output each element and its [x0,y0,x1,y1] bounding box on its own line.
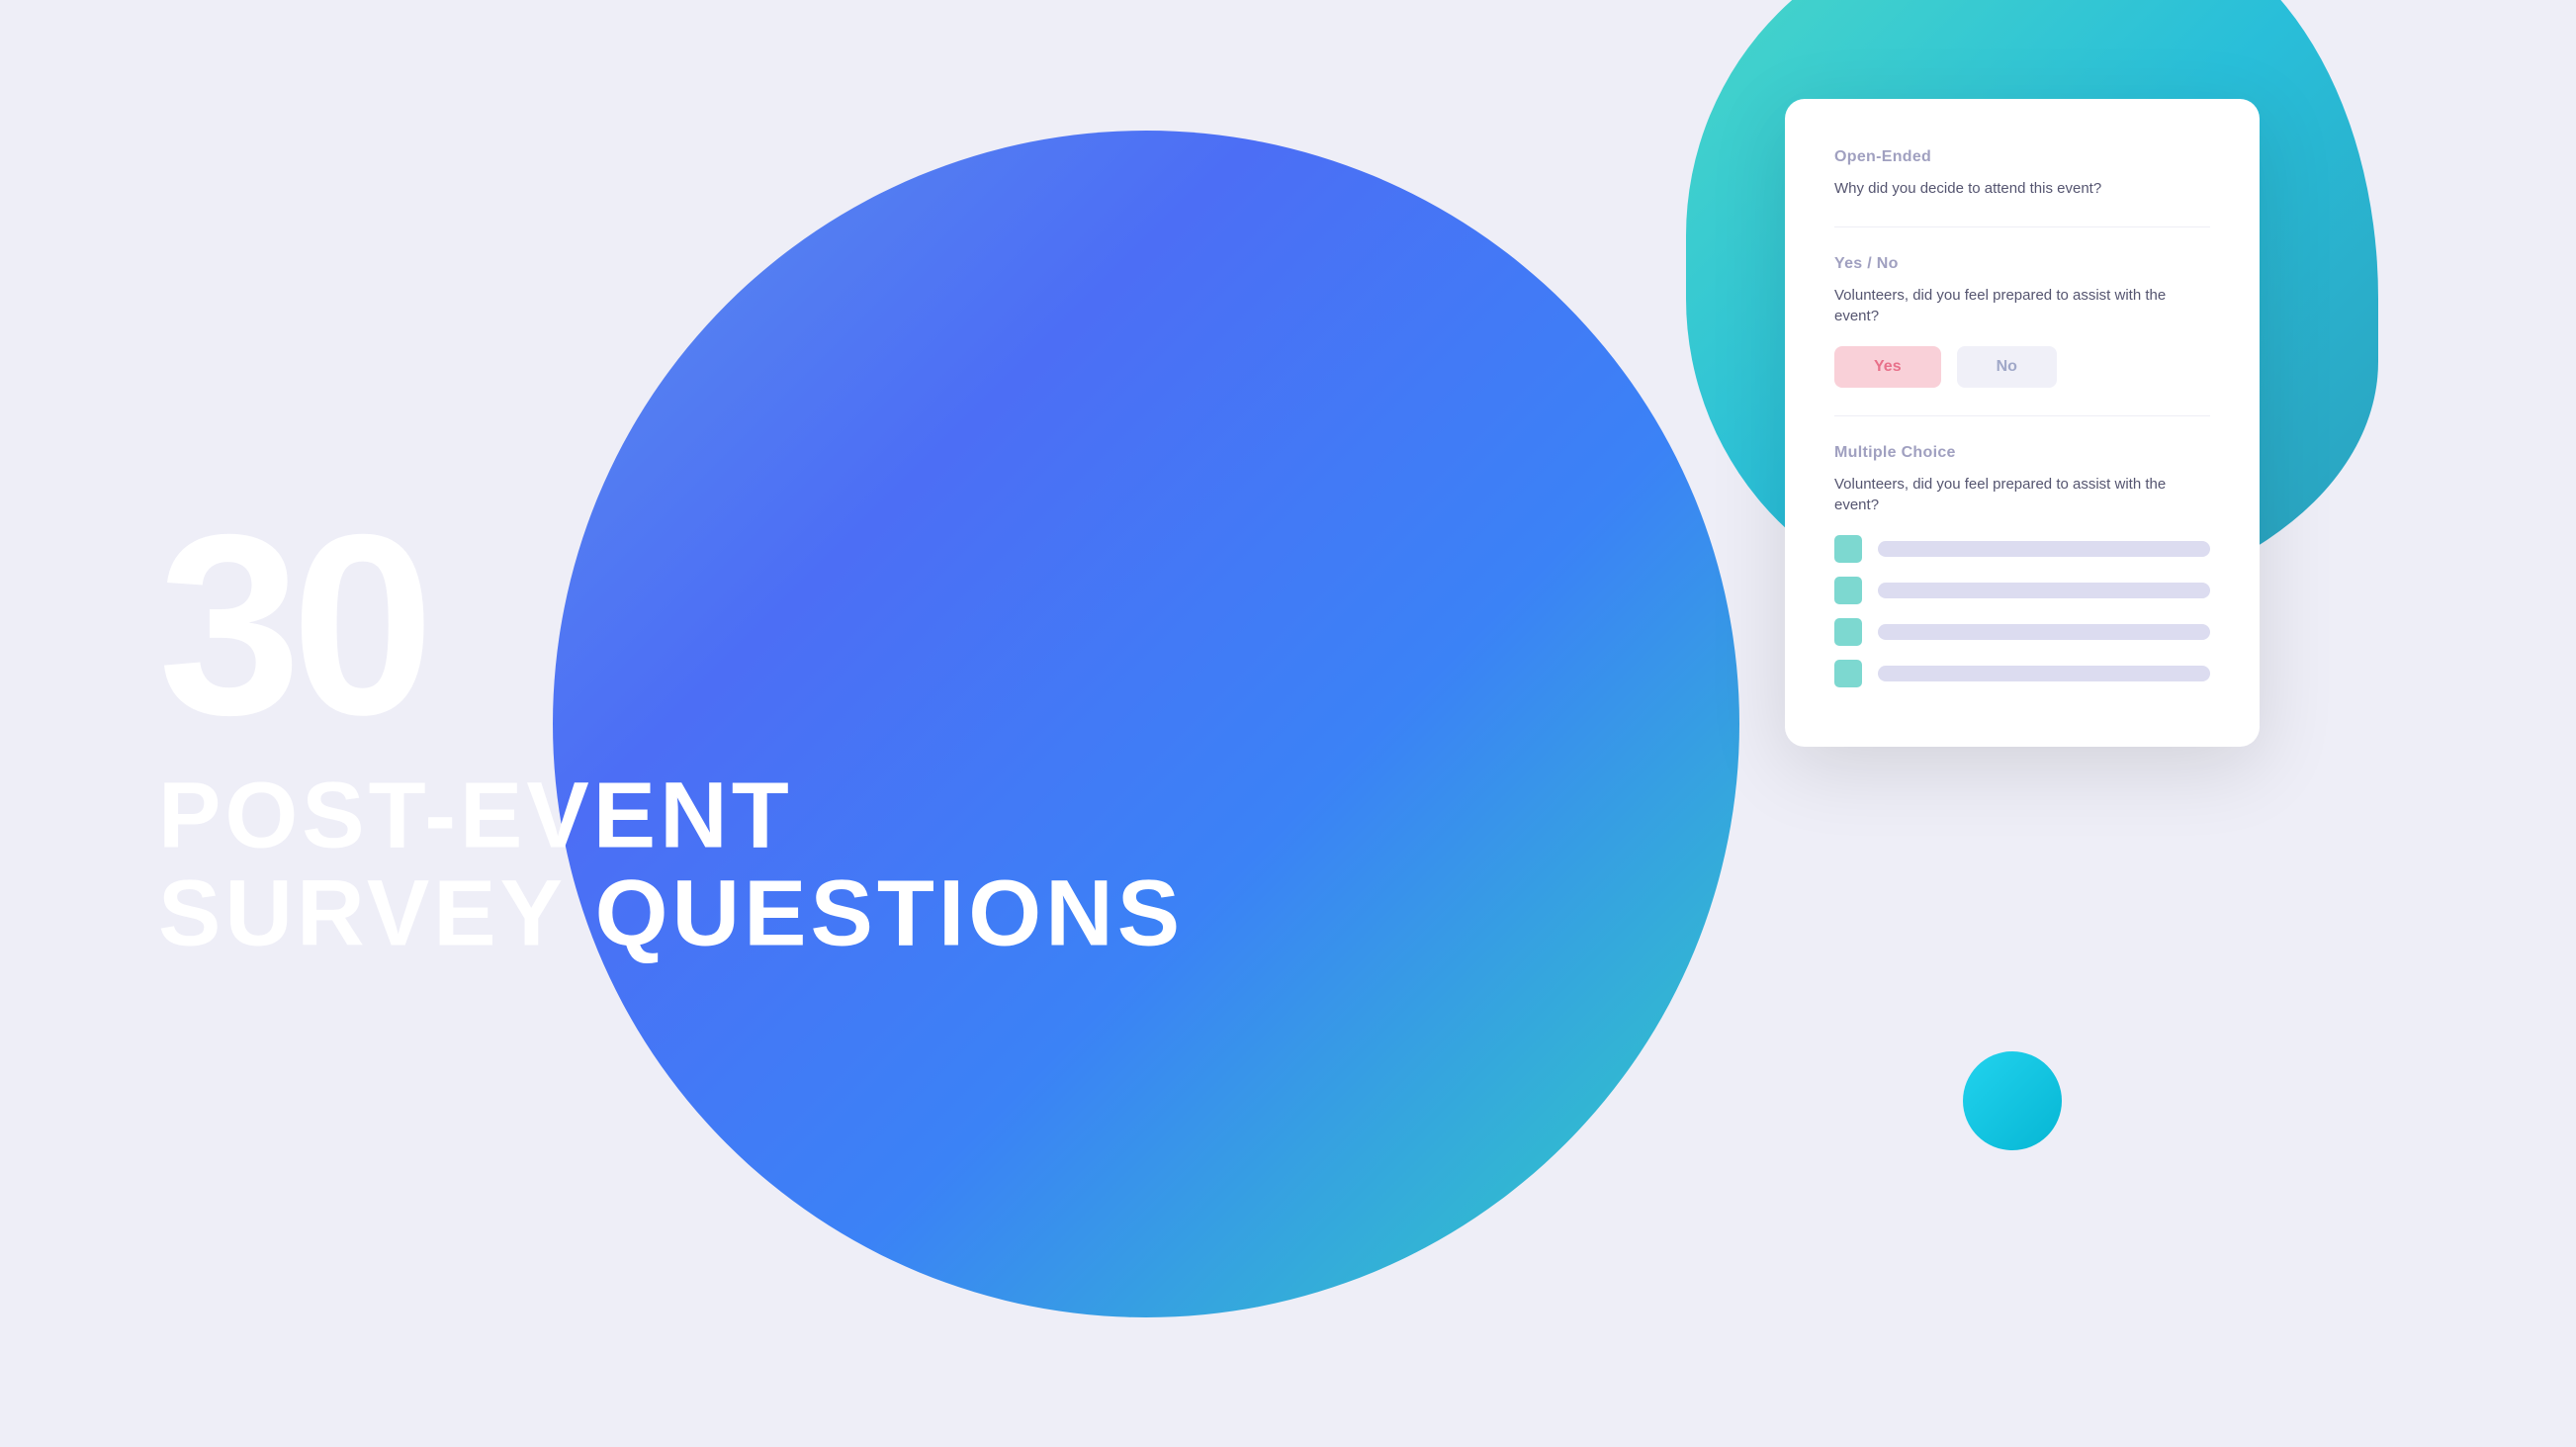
mc-bar-3 [1878,624,2210,640]
mc-checkbox-1[interactable] [1834,535,1862,563]
open-ended-question: Why did you decide to attend this event? [1834,178,2210,199]
yes-no-label: Yes / No [1834,255,2210,273]
mc-checkbox-3[interactable] [1834,618,1862,646]
yes-no-question: Volunteers, did you feel prepared to ass… [1834,285,2210,326]
survey-card: Open-Ended Why did you decide to attend … [1785,99,2260,747]
mc-bar-1 [1878,541,2210,557]
mc-option-4 [1834,660,2210,687]
open-ended-label: Open-Ended [1834,148,2210,166]
mc-bar-4 [1878,666,2210,681]
yn-buttons: Yes No [1834,346,2210,388]
open-ended-section: Open-Ended Why did you decide to attend … [1834,148,2210,199]
mc-option-2 [1834,577,2210,604]
hero-line2: SURVEY QUESTIONS [158,865,1184,964]
divider-1 [1834,226,2210,227]
mc-checkbox-2[interactable] [1834,577,1862,604]
yes-no-section: Yes / No Volunteers, did you feel prepar… [1834,255,2210,388]
mc-option-3 [1834,618,2210,646]
multiple-choice-section: Multiple Choice Volunteers, did you feel… [1834,444,2210,687]
no-button[interactable]: No [1957,346,2057,388]
bg-circle-small [1963,1051,2062,1150]
mc-option-1 [1834,535,2210,563]
hero-line1: POST-EVENT [158,767,1184,865]
multiple-choice-question: Volunteers, did you feel prepared to ass… [1834,474,2210,515]
mc-checkbox-4[interactable] [1834,660,1862,687]
divider-2 [1834,415,2210,416]
mc-bar-2 [1878,583,2210,598]
hero-text: 30 POST-EVENT SURVEY QUESTIONS [158,484,1184,964]
yes-button[interactable]: Yes [1834,346,1941,388]
mc-options [1834,535,2210,687]
hero-number: 30 [158,484,1184,767]
multiple-choice-label: Multiple Choice [1834,444,2210,462]
